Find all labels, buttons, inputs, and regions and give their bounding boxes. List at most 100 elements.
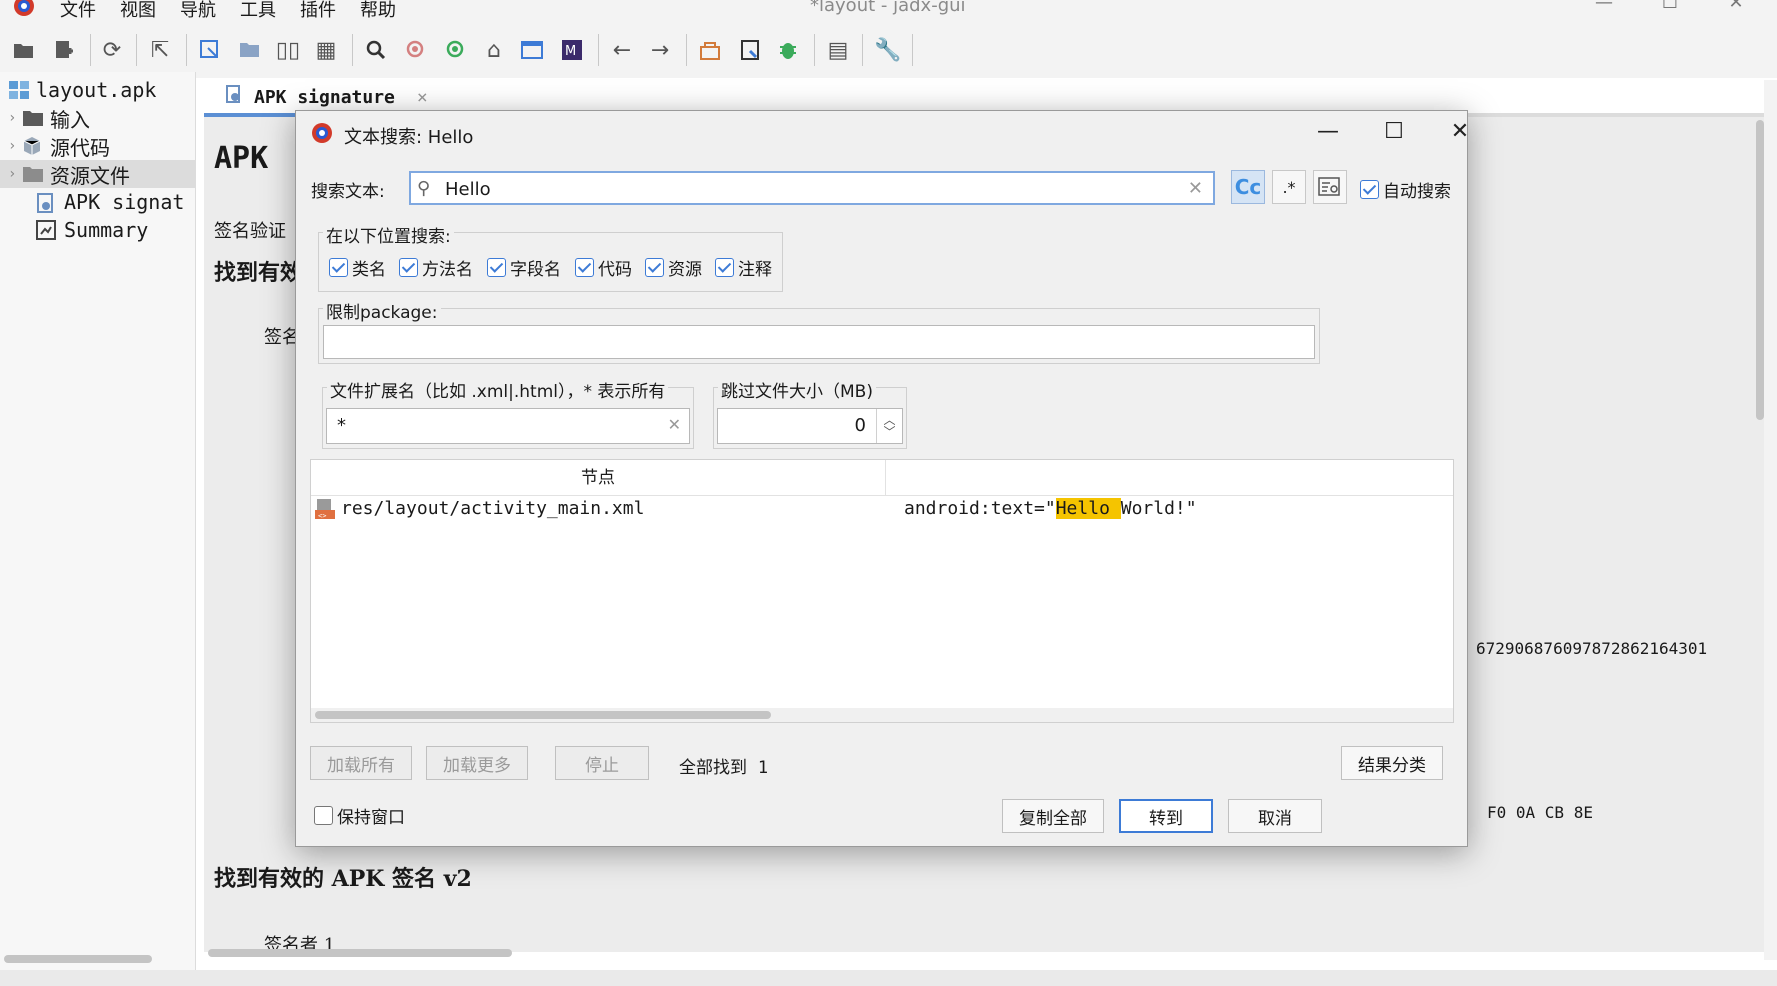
debug-icon[interactable] — [772, 34, 804, 66]
tree-item-label: APK signat — [64, 190, 185, 214]
log-icon[interactable]: ▤ — [822, 34, 854, 66]
skip-size-spinner[interactable]: 0 ︿ ﹀ — [717, 408, 903, 444]
spinner-arrows[interactable]: ︿ ﹀ — [876, 409, 902, 443]
code-before: android:text=" — [904, 498, 1056, 519]
maximize-icon[interactable]: ☐ — [1372, 117, 1416, 147]
option-method-names[interactable]: 方法名 — [399, 255, 473, 280]
tree-root[interactable]: layout.apk — [0, 76, 196, 104]
column-header-node[interactable]: 节点 — [311, 460, 886, 496]
open-file-icon[interactable] — [8, 34, 40, 66]
results-horizontal-scrollbar[interactable] — [315, 711, 771, 719]
menu-plugins[interactable]: 插件 — [300, 0, 336, 22]
menu-help[interactable]: 帮助 — [360, 0, 396, 22]
mark-icon[interactable]: M — [556, 34, 588, 66]
checkbox-icon[interactable] — [1360, 180, 1379, 199]
option-resources[interactable]: 资源 — [645, 255, 702, 280]
search-input[interactable]: ⚲ Hello ✕ — [409, 171, 1215, 205]
clear-icon[interactable]: ✕ — [668, 415, 681, 434]
certificate-icon — [36, 192, 58, 213]
cancel-button[interactable]: 取消 — [1228, 799, 1322, 833]
window-icon[interactable] — [516, 34, 548, 66]
sync-icon[interactable]: ⟳ — [96, 34, 128, 66]
maximize-icon[interactable]: ☐ — [1650, 0, 1690, 13]
checkbox-icon[interactable] — [314, 806, 333, 825]
checkbox-icon[interactable] — [575, 258, 594, 277]
chevron-right-icon[interactable]: › — [8, 166, 22, 182]
option-code[interactable]: 代码 — [575, 255, 632, 280]
clear-icon[interactable]: ✕ — [1188, 178, 1203, 199]
package-limit-input[interactable] — [323, 325, 1315, 359]
export-icon[interactable]: ⇱ — [144, 34, 176, 66]
option-label: 类名 — [352, 260, 386, 280]
text-search-dialog: 文本搜索: Hello — ☐ ✕ 搜索文本: ⚲ Hello ✕ Cc .* … — [295, 110, 1469, 847]
minimize-icon[interactable]: — — [1306, 117, 1350, 147]
checkbox-icon[interactable] — [645, 258, 664, 277]
minimize-icon[interactable]: — — [1584, 0, 1624, 13]
flatten-icon[interactable]: ▯▯ — [272, 34, 304, 66]
menu-file[interactable]: 文件 — [60, 0, 96, 22]
search-results-table: 节点 <> res/layout/activity_main.xml andro… — [310, 459, 1454, 723]
tree-item-source[interactable]: › 源代码 — [0, 132, 196, 160]
file-ext-group: 文件扩展名（比如 .xml|.html），* 表示所有 * ✕ — [322, 377, 694, 449]
select-class-icon[interactable] — [194, 34, 226, 66]
home-icon[interactable]: ⌂ — [478, 34, 510, 66]
file-ext-value[interactable]: * — [337, 415, 346, 436]
forward-icon[interactable]: → — [644, 34, 676, 66]
case-sensitive-toggle[interactable]: Cc — [1231, 170, 1265, 204]
cert-serial: 672906876097872862164301 — [1476, 639, 1708, 658]
menu-tools[interactable]: 工具 — [240, 0, 276, 22]
goto-button[interactable]: 转到 — [1119, 799, 1213, 833]
tab-label: APK signature — [254, 86, 395, 108]
stop-button[interactable]: 停止 — [555, 746, 649, 780]
found-label: 全部找到 — [679, 758, 747, 778]
option-class-names[interactable]: 类名 — [329, 255, 386, 280]
table-icon[interactable]: ▦ — [310, 34, 342, 66]
tree-item-resources[interactable]: › 资源文件 — [0, 160, 196, 188]
tab-apk-signature[interactable]: APK signature × — [204, 80, 444, 114]
add-files-icon[interactable] — [48, 34, 80, 66]
tree-item-apk-signature[interactable]: APK signat — [0, 188, 196, 216]
file-ext-input[interactable]: * ✕ — [326, 408, 690, 444]
find-class-icon[interactable] — [400, 34, 432, 66]
chevron-right-icon[interactable]: › — [8, 110, 22, 126]
option-field-names[interactable]: 字段名 — [487, 255, 561, 280]
sync-tree-icon[interactable] — [234, 34, 266, 66]
tree-item-input[interactable]: › 输入 — [0, 104, 196, 132]
copy-all-button[interactable]: 复制全部 — [1002, 799, 1104, 833]
auto-search-checkbox[interactable]: 自动搜索 — [1360, 177, 1451, 202]
preferences-icon[interactable]: 🔧 — [872, 34, 904, 66]
tree-item-summary[interactable]: Summary — [0, 216, 196, 244]
menu-navigation[interactable]: 导航 — [180, 0, 216, 22]
checkbox-icon[interactable] — [487, 258, 506, 277]
main-horizontal-scrollbar[interactable] — [208, 949, 512, 957]
close-tab-icon[interactable]: × — [417, 87, 428, 108]
deobfuscation-icon[interactable] — [694, 34, 726, 66]
search-icon[interactable] — [360, 34, 392, 66]
menu-view[interactable]: 视图 — [120, 0, 156, 22]
checkbox-icon[interactable] — [715, 258, 734, 277]
column-header-code[interactable] — [887, 460, 1453, 496]
main-vertical-scrollbar[interactable] — [1756, 120, 1764, 420]
table-row[interactable]: <> res/layout/activity_main.xml android:… — [311, 496, 1453, 524]
search-value[interactable]: Hello — [445, 179, 491, 200]
quark-icon[interactable] — [734, 34, 766, 66]
load-all-button[interactable]: 加载所有 — [310, 746, 412, 780]
active-tab-only-toggle[interactable] — [1313, 170, 1347, 204]
load-more-button[interactable]: 加载更多 — [426, 746, 528, 780]
checkbox-icon[interactable] — [399, 258, 418, 277]
close-window-icon[interactable]: ✕ — [1716, 0, 1756, 13]
sort-results-button[interactable]: 结果分类 — [1341, 746, 1443, 780]
regex-toggle[interactable]: .* — [1272, 170, 1306, 204]
back-icon[interactable]: ← — [606, 34, 638, 66]
chevron-down-icon[interactable]: ﹀ — [883, 426, 895, 438]
checkbox-icon[interactable] — [329, 258, 348, 277]
close-icon[interactable]: ✕ — [1438, 117, 1482, 147]
option-label: 代码 — [598, 260, 632, 280]
keep-window-checkbox[interactable]: 保持窗口 — [314, 803, 405, 828]
chevron-right-icon[interactable]: › — [8, 138, 22, 154]
tree-scrollbar[interactable] — [4, 955, 152, 963]
find-usage-icon[interactable] — [440, 34, 472, 66]
option-comments[interactable]: 注释 — [715, 255, 772, 280]
skip-size-value[interactable]: 0 — [855, 415, 866, 436]
option-label: 字段名 — [510, 260, 561, 280]
